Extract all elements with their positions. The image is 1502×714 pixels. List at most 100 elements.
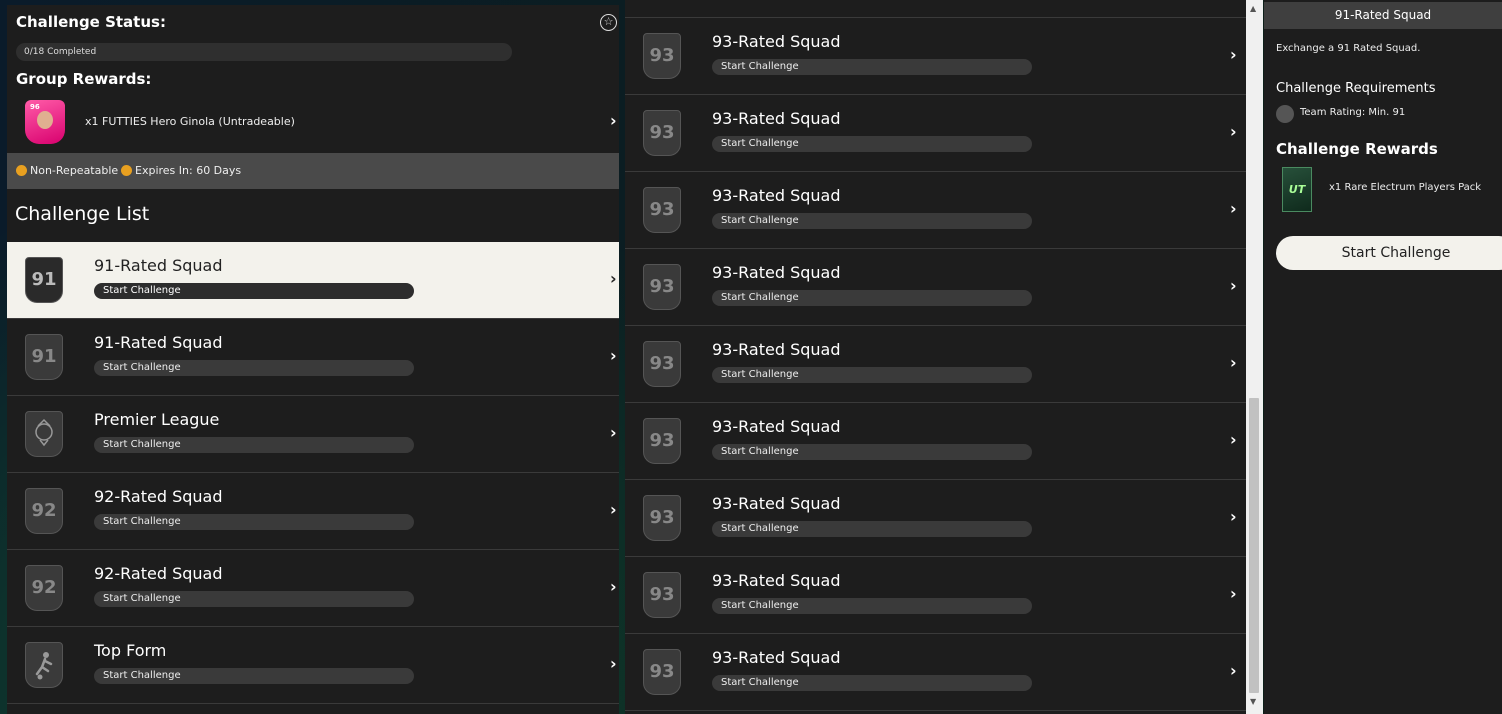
challenge-row[interactable]: 92 92-Rated Squad Start Challenge › <box>7 473 619 550</box>
start-challenge-pill[interactable]: Start Challenge <box>712 521 1032 537</box>
start-challenge-pill[interactable]: Start Challenge <box>94 668 414 684</box>
challenge-row[interactable]: 93 93-Rated Squad Start Challenge › <box>625 95 1246 172</box>
chevron-right-icon[interactable]: › <box>1230 430 1237 449</box>
rewards-title: Challenge Rewards <box>1276 140 1438 158</box>
challenge-row[interactable]: Top Form Start Challenge › <box>7 627 619 704</box>
rating-badge-icon: 93 <box>643 264 681 310</box>
challenge-row[interactable]: 93 93-Rated Squad Start Challenge › <box>625 403 1246 480</box>
player-card-rating: 96 <box>30 103 40 111</box>
start-challenge-pill[interactable]: Start Challenge <box>712 367 1032 383</box>
start-challenge-pill[interactable]: Start Challenge <box>94 437 414 453</box>
rating-badge-icon: 91 <box>25 257 63 303</box>
non-repeatable-label: Non-Repeatable <box>30 164 119 177</box>
challenge-row-title: 93-Rated Squad <box>712 571 841 590</box>
challenge-row-title: 93-Rated Squad <box>712 417 841 436</box>
chevron-right-icon[interactable]: › <box>1230 661 1237 680</box>
requirements-title: Challenge Requirements <box>1276 81 1436 96</box>
rating-badge-icon: 92 <box>25 565 63 611</box>
chevron-right-icon[interactable]: › <box>1230 122 1237 141</box>
challenge-row-title: 93-Rated Squad <box>712 648 841 667</box>
kicking-player-icon <box>35 652 53 680</box>
scrollbar-thumb[interactable] <box>1249 398 1259 693</box>
start-challenge-pill[interactable]: Start Challenge <box>712 136 1032 152</box>
rating-badge-icon: 92 <box>25 488 63 534</box>
detail-description: Exchange a 91 Rated Squad. <box>1276 43 1421 54</box>
repeat-icon <box>16 165 27 176</box>
challenge-detail-panel: 91-Rated Squad Exchange a 91 Rated Squad… <box>1264 0 1502 714</box>
start-challenge-pill[interactable]: Start Challenge <box>712 598 1032 614</box>
premier-league-lion-icon <box>25 411 63 457</box>
top-form-player-icon <box>25 642 63 688</box>
chevron-right-icon[interactable]: › <box>610 111 617 130</box>
chevron-right-icon[interactable]: › <box>610 654 617 673</box>
chevron-right-icon[interactable]: › <box>1230 353 1237 372</box>
rating-badge-icon: 93 <box>643 649 681 695</box>
player-face <box>37 111 53 129</box>
clock-icon <box>121 165 132 176</box>
challenge-row-title: 93-Rated Squad <box>712 340 841 359</box>
expires-label: Expires In: 60 Days <box>135 164 242 177</box>
challenge-row-title: Top Form <box>94 641 167 660</box>
start-challenge-pill[interactable]: Start Challenge <box>712 444 1032 460</box>
chevron-right-icon[interactable]: › <box>610 500 617 519</box>
start-challenge-pill[interactable]: Start Challenge <box>712 59 1032 75</box>
challenge-row[interactable]: 93 93-Rated Squad Start Challenge › <box>625 172 1246 249</box>
challenge-row[interactable]: 91 91-Rated Squad Start Challenge › <box>7 242 619 319</box>
start-challenge-pill[interactable]: Start Challenge <box>712 290 1032 306</box>
scroll-up-arrow-icon[interactable]: ▲ <box>1250 4 1256 13</box>
start-challenge-pill[interactable]: Start Challenge <box>94 283 414 299</box>
start-challenge-pill[interactable]: Start Challenge <box>94 591 414 607</box>
challenge-row-title: 93-Rated Squad <box>712 263 841 282</box>
rating-badge-icon: 93 <box>643 187 681 233</box>
challenge-row[interactable]: 92 92-Rated Squad Start Challenge › <box>7 550 619 627</box>
vertical-scrollbar[interactable]: ▲ ▼ <box>1246 0 1263 714</box>
challenge-row-title: 92-Rated Squad <box>94 564 223 583</box>
challenge-row[interactable]: Premier League Start Challenge › <box>7 396 619 473</box>
chevron-right-icon[interactable]: › <box>610 269 617 288</box>
challenge-row-partial[interactable] <box>625 0 1246 18</box>
progress-bar: 0/18 Completed <box>16 43 512 61</box>
challenge-row-title: 93-Rated Squad <box>712 494 841 513</box>
rating-badge-icon: 93 <box>643 341 681 387</box>
lion-crest-icon <box>35 418 53 447</box>
chevron-right-icon[interactable]: › <box>610 577 617 596</box>
rating-badge-icon: 93 <box>643 418 681 464</box>
group-rewards-title: Group Rewards: <box>16 70 152 88</box>
star-icon[interactable]: ☆ <box>600 14 617 31</box>
start-challenge-pill[interactable]: Start Challenge <box>712 675 1032 691</box>
chevron-right-icon[interactable]: › <box>1230 507 1237 526</box>
rating-badge-icon: 93 <box>643 33 681 79</box>
chevron-right-icon[interactable]: › <box>610 346 617 365</box>
challenge-row[interactable]: 93 93-Rated Squad Start Challenge › <box>625 249 1246 326</box>
challenge-row-title: 93-Rated Squad <box>712 32 841 51</box>
scroll-down-arrow-icon[interactable]: ▼ <box>1250 697 1256 706</box>
requirement-status-icon <box>1276 105 1294 123</box>
challenge-list-title: Challenge List <box>15 203 150 225</box>
challenge-row[interactable]: 93 93-Rated Squad Start Challenge › <box>625 18 1246 95</box>
rating-badge-icon: 93 <box>643 572 681 618</box>
challenge-row[interactable]: 93 93-Rated Squad Start Challenge › <box>625 326 1246 403</box>
chevron-right-icon[interactable]: › <box>1230 276 1237 295</box>
expires-info: Expires In: 60 Days <box>121 164 241 177</box>
pack-reward-label: x1 Rare Electrum Players Pack <box>1329 182 1482 193</box>
group-reward-row[interactable]: 96 x1 FUTTIES Hero Ginola (Untradeable) … <box>7 93 619 153</box>
chevron-right-icon[interactable]: › <box>1230 584 1237 603</box>
challenge-group-panel: Challenge Status: ☆ 0/18 Completed Group… <box>7 5 619 714</box>
start-challenge-button[interactable]: Start Challenge <box>1276 236 1502 270</box>
chevron-right-icon[interactable]: › <box>1230 45 1237 64</box>
challenge-info-bar: Non-Repeatable Expires In: 60 Days <box>7 153 619 189</box>
start-challenge-pill[interactable]: Start Challenge <box>94 514 414 530</box>
start-challenge-pill[interactable]: Start Challenge <box>94 360 414 376</box>
start-challenge-pill[interactable]: Start Challenge <box>712 213 1032 229</box>
rating-badge-icon: 93 <box>643 495 681 541</box>
challenge-row[interactable]: 93 93-Rated Squad Start Challenge › <box>625 480 1246 557</box>
challenge-row[interactable]: 93 93-Rated Squad Start Challenge › <box>625 634 1246 711</box>
group-reward-label: x1 FUTTIES Hero Ginola (Untradeable) <box>85 115 295 128</box>
chevron-right-icon[interactable]: › <box>610 423 617 442</box>
player-card-icon: 96 <box>25 100 65 144</box>
chevron-right-icon[interactable]: › <box>1230 199 1237 218</box>
challenge-row-title: Premier League <box>94 410 220 429</box>
challenge-row[interactable]: 91 91-Rated Squad Start Challenge › <box>7 319 619 396</box>
challenge-row[interactable]: 93 93-Rated Squad Start Challenge › <box>625 557 1246 634</box>
challenge-row-title: 91-Rated Squad <box>94 256 223 275</box>
